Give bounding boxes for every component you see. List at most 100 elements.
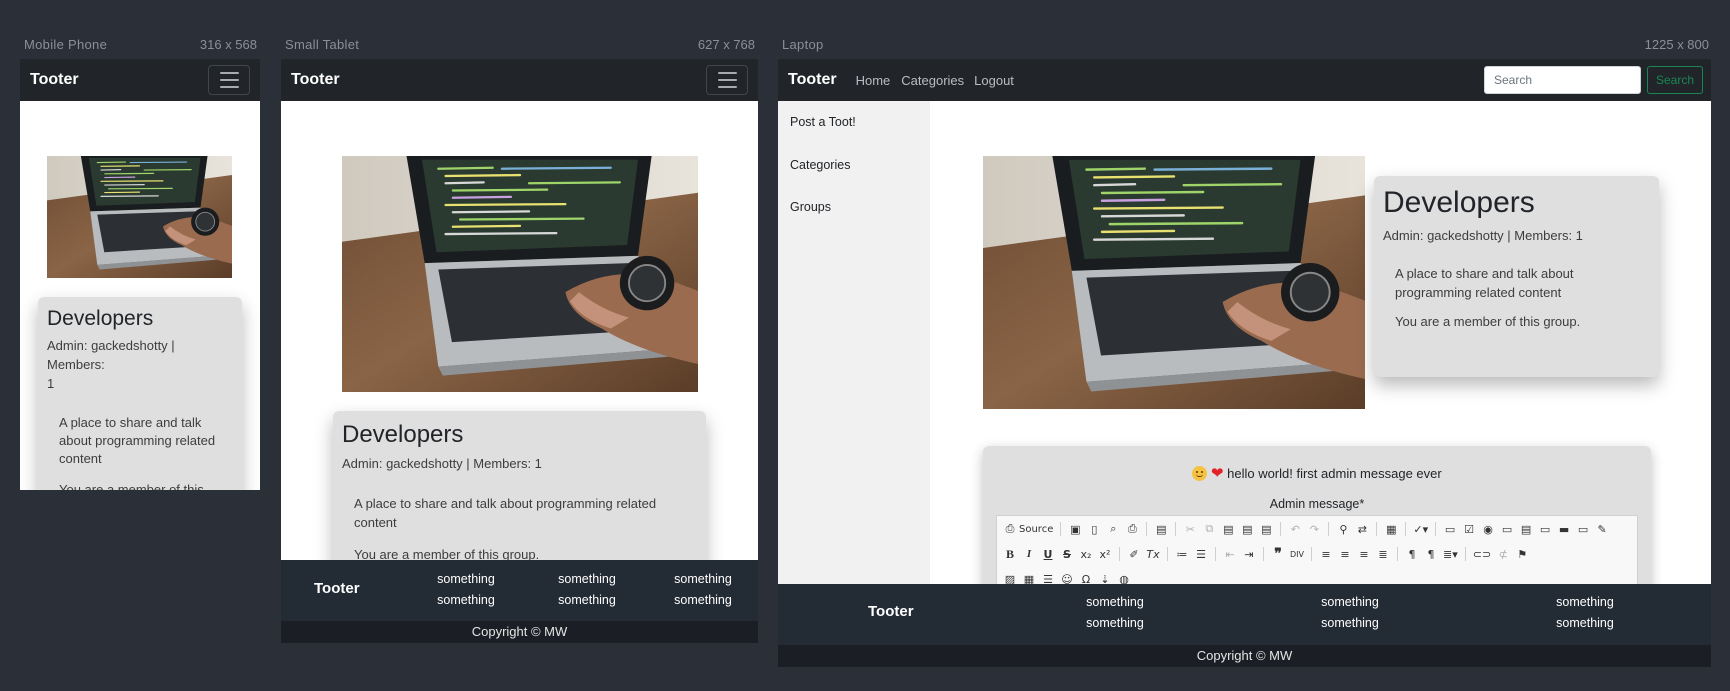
group-title: Developers	[342, 421, 464, 448]
bold-icon[interactable]: B	[1003, 546, 1017, 562]
outdent-icon[interactable]: ⇤	[1223, 546, 1237, 562]
paste-text-icon[interactable]: ▤	[1240, 521, 1254, 537]
image-button-icon[interactable]: ▭	[1576, 521, 1590, 537]
footer-link[interactable]: something	[658, 569, 748, 590]
preview-icon[interactable]: ⌕	[1106, 521, 1120, 537]
form-icon[interactable]: ▭	[1443, 521, 1457, 537]
templates-icon[interactable]: ▤	[1154, 521, 1168, 537]
search-button[interactable]: Search	[1647, 66, 1703, 94]
group-meta: Admin: gackedshotty | Members: 1	[342, 455, 542, 471]
div-icon[interactable]: DIV	[1290, 546, 1304, 562]
paste-icon[interactable]: ▤	[1221, 521, 1235, 537]
navbar-brand[interactable]: Tooter	[788, 71, 837, 89]
copy-icon[interactable]: ⧉	[1202, 521, 1216, 537]
footer-brand[interactable]: Tooter	[314, 580, 360, 597]
button-icon[interactable]: ▬	[1557, 521, 1571, 537]
cut-icon[interactable]: ✂	[1183, 521, 1197, 537]
replace-icon[interactable]: ⇄	[1355, 521, 1369, 537]
footer-link[interactable]: something	[1530, 592, 1640, 613]
italic-icon[interactable]: I	[1022, 546, 1036, 562]
justify-icon[interactable]: ≣	[1376, 546, 1390, 562]
footer-link[interactable]: something	[1295, 613, 1405, 634]
navbar-brand[interactable]: Tooter	[30, 71, 79, 89]
group-meta: Admin: gackedshotty | Members: 1	[1383, 227, 1583, 243]
toolbar-separator	[1175, 522, 1177, 536]
ltr-icon[interactable]: ¶	[1405, 546, 1419, 562]
link-icon[interactable]: ⊂⊃	[1473, 546, 1491, 562]
strike-icon[interactable]: S	[1060, 546, 1074, 562]
footer-link[interactable]: something	[658, 590, 748, 611]
remove-format-icon[interactable]: Tx	[1146, 546, 1160, 562]
group-meta-line: 1	[47, 375, 55, 391]
subscript-icon[interactable]: x₂	[1079, 546, 1093, 562]
underline-icon[interactable]: U	[1041, 546, 1055, 562]
source-button[interactable]: Source	[1019, 521, 1053, 537]
group-meta-line: Admin: gackedshotty | Members:	[47, 338, 175, 372]
source-icon[interactable]: ⎙	[1003, 521, 1017, 537]
numbered-list-icon[interactable]: ≔	[1175, 546, 1189, 562]
redo-icon[interactable]: ↷	[1307, 521, 1321, 537]
find-icon[interactable]: ⚲	[1336, 521, 1350, 537]
sidebar-item-categories[interactable]: Categories	[790, 158, 850, 172]
blockquote-icon[interactable]: ❞	[1271, 546, 1285, 562]
superscript-icon[interactable]: x²	[1098, 546, 1112, 562]
spellcheck-icon[interactable]: ✓▾	[1413, 521, 1428, 537]
hamburger-icon[interactable]	[706, 65, 748, 95]
sidebar-item-post-toot[interactable]: Post a Toot!	[790, 115, 856, 129]
navbar-brand[interactable]: Tooter	[291, 71, 340, 89]
membership-status: You are a member of this	[59, 482, 204, 490]
group-image	[342, 156, 698, 392]
save-icon[interactable]: ▣	[1068, 521, 1082, 537]
mobile-navbar: Tooter	[20, 59, 260, 101]
undo-icon[interactable]: ↶	[1288, 521, 1302, 537]
nav-logout-link[interactable]: Logout	[974, 73, 1014, 88]
select-all-icon[interactable]: ▦	[1384, 521, 1398, 537]
footer-link[interactable]: something	[1530, 613, 1640, 634]
nav-home-link[interactable]: Home	[856, 73, 891, 88]
rtl-icon[interactable]: ¶	[1424, 546, 1438, 562]
textfield-icon[interactable]: ▭	[1500, 521, 1514, 537]
footer-link[interactable]: something	[542, 569, 632, 590]
footer-link[interactable]: something	[542, 590, 632, 611]
footer-link[interactable]: something	[1295, 592, 1405, 613]
textarea-icon[interactable]: ▤	[1519, 521, 1533, 537]
align-right-icon[interactable]: ≡	[1357, 546, 1371, 562]
footer-brand[interactable]: Tooter	[868, 603, 914, 620]
sidebar: Post a Toot! Categories Groups	[778, 101, 930, 667]
tablet-device-label: Small Tablet	[285, 37, 360, 52]
paste-word-icon[interactable]: ▤	[1259, 521, 1273, 537]
mobile-frame: Tooter Developers Admin: gackedshotty | …	[20, 59, 260, 490]
heart-emoji-icon: ❤	[1210, 464, 1224, 482]
language-icon[interactable]: ≣▾	[1443, 546, 1458, 562]
checkbox-icon[interactable]: ☑	[1462, 521, 1476, 537]
group-title: Developers	[47, 307, 154, 330]
nav-categories-link[interactable]: Categories	[901, 73, 964, 88]
unlink-icon[interactable]: ⊄	[1496, 546, 1510, 562]
align-center-icon[interactable]: ≡	[1338, 546, 1352, 562]
sidebar-item-groups[interactable]: Groups	[790, 200, 831, 214]
print-icon[interactable]: ⎙	[1125, 521, 1139, 537]
toolbar-separator	[1376, 522, 1378, 536]
select-icon[interactable]: ▭	[1538, 521, 1552, 537]
group-meta: Admin: gackedshotty | Members: 1	[47, 337, 233, 394]
footer-link[interactable]: something	[1060, 613, 1170, 634]
copy-format-icon[interactable]: ✐	[1127, 546, 1141, 562]
footer: Tooter something something something som…	[281, 560, 758, 621]
search-input[interactable]: Search	[1484, 66, 1641, 94]
footer-link[interactable]: something	[421, 590, 511, 611]
footer-link[interactable]: something	[1060, 592, 1170, 613]
toolbar-separator	[1060, 522, 1062, 536]
admin-message-label: Admin message*	[1269, 497, 1365, 511]
hamburger-icon[interactable]	[208, 65, 250, 95]
radio-icon[interactable]: ◉	[1481, 521, 1495, 537]
laptop-device-size: 1225 x 800	[1644, 37, 1709, 52]
footer-link[interactable]: something	[421, 569, 511, 590]
group-image	[983, 156, 1365, 409]
align-left-icon[interactable]: ≡	[1319, 546, 1333, 562]
new-page-icon[interactable]: ▯	[1087, 521, 1101, 537]
group-card: Developers Admin: gackedshotty | Members…	[333, 411, 706, 571]
anchor-icon[interactable]: ⚑	[1515, 546, 1529, 562]
bulleted-list-icon[interactable]: ☰	[1194, 546, 1208, 562]
hidden-field-icon[interactable]: ✎	[1595, 521, 1609, 537]
indent-icon[interactable]: ⇥	[1242, 546, 1256, 562]
